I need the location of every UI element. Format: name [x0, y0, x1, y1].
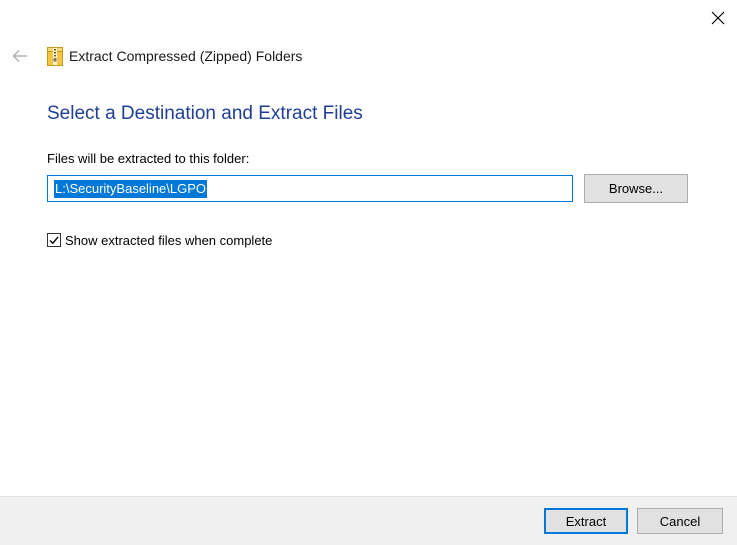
zip-folder-icon [47, 46, 63, 66]
destination-label: Files will be extracted to this folder: [47, 151, 250, 166]
dialog-title: Extract Compressed (Zipped) Folders [69, 48, 303, 64]
destination-path-text: L:\SecurityBaseline\LGPO [54, 179, 208, 198]
dialog-footer: Extract Cancel [0, 496, 737, 545]
back-button[interactable] [10, 46, 30, 66]
dialog-header: Extract Compressed (Zipped) Folders [10, 42, 302, 70]
cancel-button[interactable]: Cancel [637, 508, 723, 534]
show-files-checkbox[interactable] [47, 233, 61, 247]
page-heading: Select a Destination and Extract Files [47, 103, 363, 124]
destination-path-input[interactable]: L:\SecurityBaseline\LGPO [47, 175, 573, 202]
extract-dialog: Extract Compressed (Zipped) Folders Sele… [0, 0, 737, 545]
close-icon [711, 11, 725, 25]
show-files-label: Show extracted files when complete [65, 232, 273, 248]
close-button[interactable] [703, 4, 733, 32]
browse-button[interactable]: Browse... [584, 174, 688, 203]
extract-button[interactable]: Extract [544, 508, 628, 534]
show-files-option[interactable]: Show extracted files when complete [47, 231, 272, 249]
checkmark-icon [49, 236, 59, 245]
back-arrow-icon [12, 50, 27, 62]
